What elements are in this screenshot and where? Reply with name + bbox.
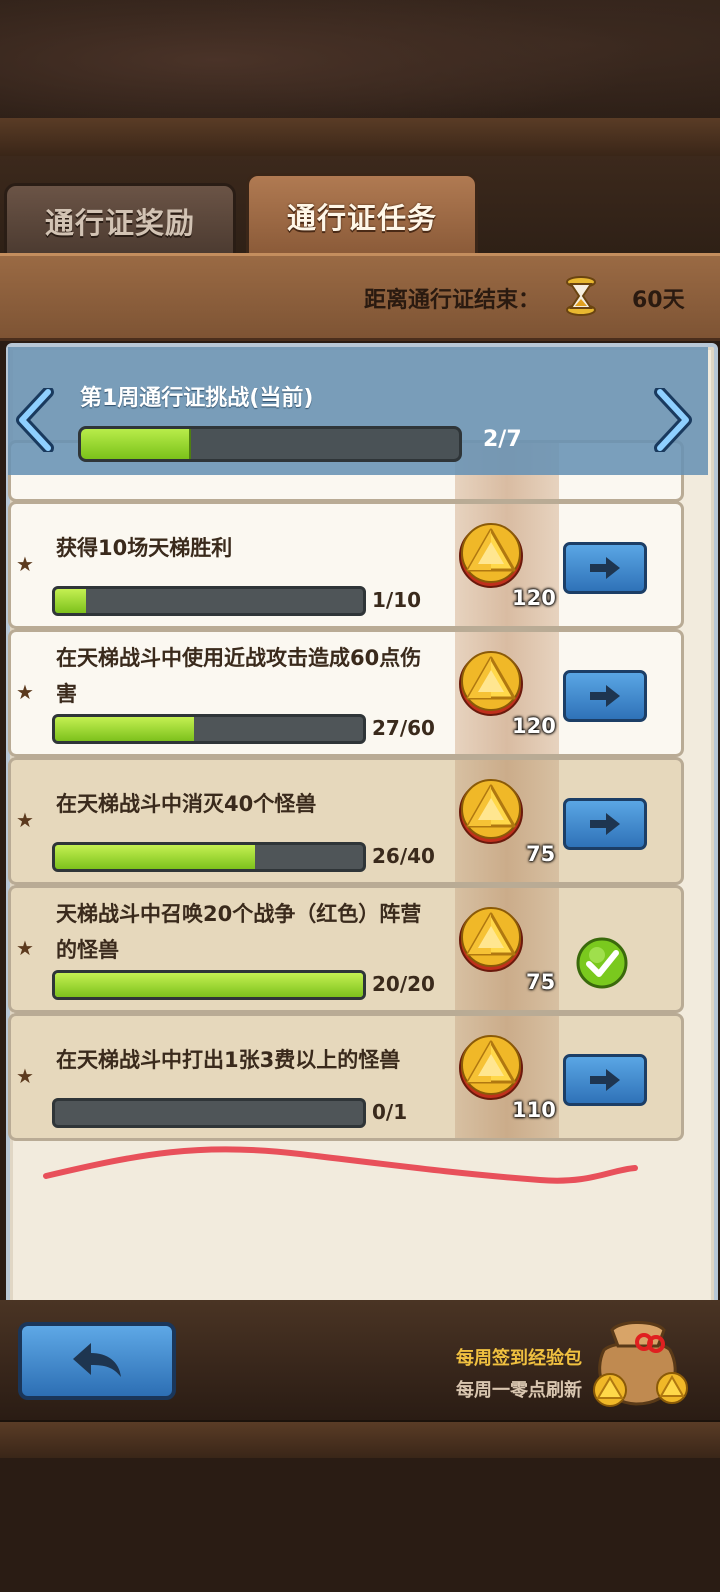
gold-coin-icon — [456, 648, 526, 718]
back-button[interactable] — [18, 1322, 176, 1400]
week-progress-bar — [78, 426, 462, 462]
task-progress-count: 26/40 — [372, 844, 435, 868]
loot-bag-icon[interactable] — [584, 1310, 694, 1410]
tab-pass-rewards[interactable]: 通行证奖励 — [4, 183, 236, 256]
go-button[interactable] — [563, 542, 647, 594]
arrow-right-icon — [590, 1069, 620, 1091]
next-week-arrow-icon[interactable] — [652, 388, 692, 452]
reward-amount: 75 — [526, 842, 556, 866]
task-description: 在天梯战斗中使用近战攻击造成60点伤害 — [56, 646, 422, 706]
task-progress-fill — [55, 845, 256, 869]
week-progress-count: 2/7 — [483, 427, 522, 452]
task-progress-bar — [52, 586, 366, 616]
go-button[interactable] — [563, 1054, 647, 1106]
gold-coin-icon — [456, 776, 526, 846]
task-progress-count: 27/60 — [372, 716, 435, 740]
arrow-right-icon — [590, 685, 620, 707]
gold-coin-icon — [456, 1032, 526, 1102]
reward-amount: 110 — [512, 1098, 556, 1122]
task-progress-fill — [55, 589, 86, 613]
checkmark-icon — [576, 937, 628, 989]
back-arrow-icon — [73, 1343, 121, 1377]
task-description: 天梯战斗中召唤20个战争（红色）阵营的怪兽 — [56, 902, 422, 962]
task-description: 在天梯战斗中打出1张3费以上的怪兽 — [56, 1048, 401, 1072]
hourglass-icon — [566, 276, 596, 316]
task-progress-count: 0/1 — [372, 1100, 408, 1124]
star-icon: ★ — [16, 936, 34, 960]
task-progress-bar — [52, 970, 366, 1000]
week-title: 第1周通行证挑战(当前) — [80, 386, 314, 411]
task-progress-fill — [55, 717, 194, 741]
star-icon: ★ — [16, 680, 34, 704]
task-progress-bar — [52, 1098, 366, 1128]
arrow-right-icon — [590, 557, 620, 579]
go-button[interactable] — [563, 670, 647, 722]
gold-coin-icon — [456, 904, 526, 974]
timer-value: 60天 — [632, 288, 685, 313]
task-description: 在天梯战斗中消灭40个怪兽 — [56, 792, 317, 816]
timer-label: 距离通行证结束： — [363, 288, 540, 313]
week-progress-fill — [81, 429, 191, 459]
go-button[interactable] — [563, 798, 647, 850]
task-progress-count: 20/20 — [372, 972, 435, 996]
task-description: 获得10场天梯胜利 — [56, 536, 233, 560]
bottom-wood-frame — [0, 1420, 720, 1458]
reward-amount: 120 — [512, 586, 556, 610]
star-icon: ★ — [16, 552, 34, 576]
task-progress-bar — [52, 714, 366, 744]
star-icon: ★ — [16, 1064, 34, 1088]
star-icon: ★ — [16, 808, 34, 832]
reward-amount: 75 — [526, 970, 556, 994]
tab-pass-tasks[interactable]: 通行证任务 — [246, 173, 478, 256]
red-pen-annotation — [43, 1146, 638, 1184]
arrow-right-icon — [590, 813, 620, 835]
task-progress-count: 1/10 — [372, 588, 422, 612]
header-bar — [0, 253, 720, 341]
weekly-pack-title: 每周签到经验包 — [456, 1348, 582, 1369]
task-progress-bar — [52, 842, 366, 872]
top-wood-frame — [0, 118, 720, 158]
task-progress-fill — [55, 973, 363, 997]
reward-amount: 120 — [512, 714, 556, 738]
prev-week-arrow-icon[interactable] — [16, 388, 56, 452]
weekly-pack-subtitle: 每周一零点刷新 — [456, 1380, 582, 1401]
gold-coin-icon — [456, 520, 526, 590]
